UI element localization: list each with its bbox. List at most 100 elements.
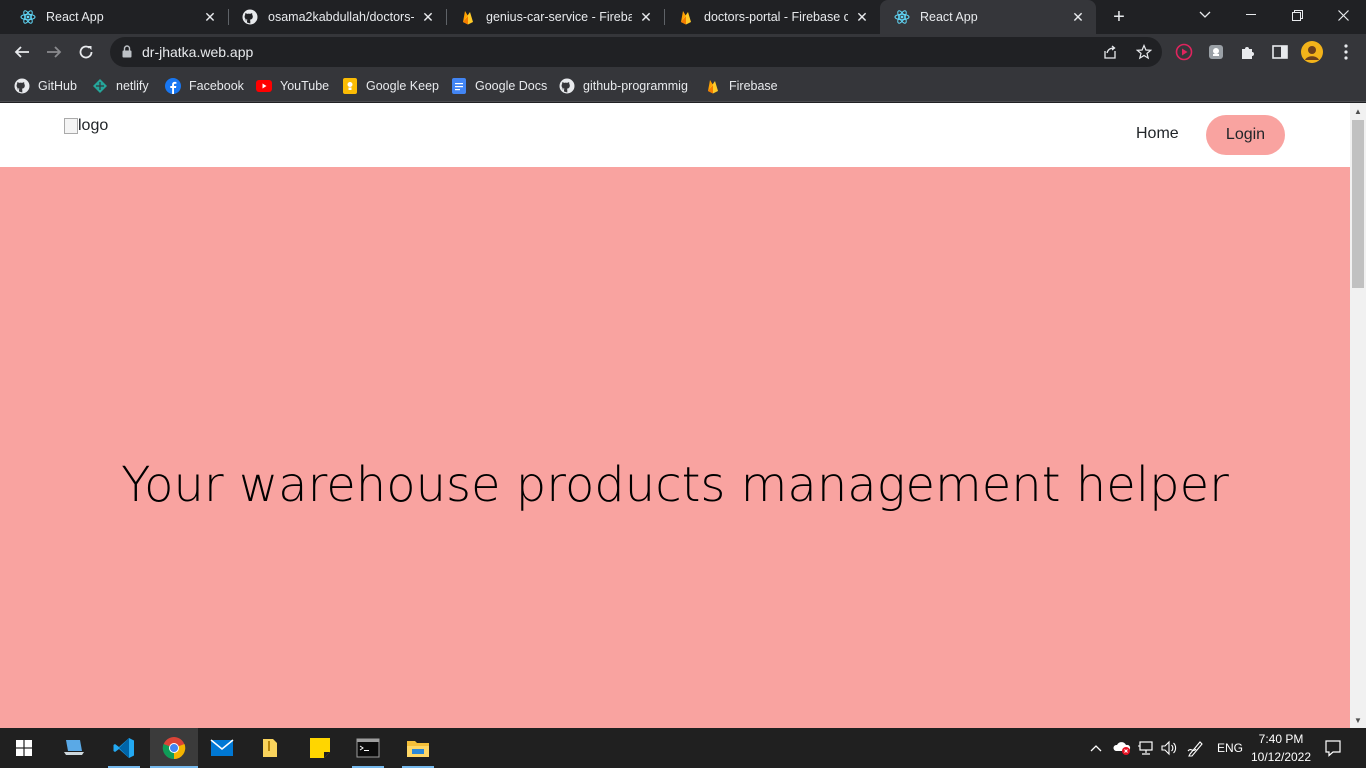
taskbar-this-pc[interactable] [50, 728, 98, 768]
reload-button[interactable] [74, 40, 98, 64]
taskbar-file-explorer[interactable] [394, 728, 442, 768]
tab-title: genius-car-service - Firebase [486, 10, 632, 24]
react-icon [894, 9, 910, 25]
onedrive-error-icon[interactable] [1110, 728, 1134, 768]
close-tab-icon[interactable]: ✕ [202, 9, 218, 25]
tab-react-app-1[interactable]: React App ✕ [6, 0, 228, 34]
browser-toolbar: dr-jhatka.web.app [0, 34, 1366, 70]
notification-center-icon[interactable] [1318, 728, 1348, 768]
lock-icon[interactable] [122, 45, 132, 63]
bookmark-google-keep[interactable]: Google Keep [342, 76, 439, 96]
windows-logo-icon [16, 740, 32, 756]
taskbar-mail[interactable] [198, 728, 246, 768]
github-icon [559, 78, 575, 94]
bookmark-netlify[interactable]: netlify [92, 76, 149, 96]
forward-button[interactable] [42, 40, 66, 64]
new-tab-button[interactable]: + [1108, 6, 1130, 28]
google-keep-icon [342, 78, 358, 94]
taskbar-file-zip[interactable] [246, 728, 294, 768]
tab-search-chevron-icon[interactable] [1182, 0, 1228, 30]
bookmark-google-docs[interactable]: Google Docs [451, 76, 547, 96]
zip-folder-icon [263, 739, 277, 757]
nav-login-button[interactable]: Login [1206, 115, 1285, 155]
windows-taskbar: ENG 7:40 PM 10/12/2022 [0, 728, 1366, 768]
logo-alt-text: logo [78, 117, 109, 134]
tab-title: React App [46, 10, 104, 24]
scroll-up-arrow-icon[interactable]: ▲ [1350, 103, 1366, 119]
web-page: logo Home Login Your warehouse products … [0, 103, 1350, 728]
taskbar-clock[interactable]: 7:40 PM 10/12/2022 [1246, 730, 1316, 766]
share-icon[interactable] [1100, 42, 1120, 62]
close-tab-icon[interactable]: ✕ [854, 9, 870, 25]
tab-title: React App [920, 10, 978, 24]
page-scrollbar[interactable]: ▲ ▼ [1350, 103, 1366, 728]
bookmark-star-icon[interactable] [1134, 42, 1154, 62]
bookmark-github[interactable]: GitHub [14, 76, 77, 96]
extension-gray-icon[interactable] [1206, 42, 1226, 62]
close-tab-icon[interactable]: ✕ [420, 9, 436, 25]
more-menu-icon[interactable] [1336, 42, 1356, 62]
restore-icon[interactable] [1274, 0, 1320, 30]
bookmark-label: netlify [116, 79, 149, 93]
show-hidden-icons-chevron-icon[interactable] [1086, 728, 1106, 768]
bookmark-facebook[interactable]: Facebook [165, 76, 244, 96]
youtube-icon [256, 78, 272, 94]
folder-icon [407, 741, 429, 757]
minimize-icon[interactable] [1228, 0, 1274, 30]
google-docs-icon [451, 78, 467, 94]
taskbar-chrome[interactable] [150, 728, 198, 768]
tab-title: doctors-portal - Firebase con [704, 10, 848, 24]
language-indicator[interactable]: ENG [1212, 728, 1248, 768]
hero-banner: Your warehouse products management helpe… [0, 167, 1350, 728]
side-panel-icon[interactable] [1270, 42, 1290, 62]
bookmark-github-programmig[interactable]: github-programmig [559, 76, 688, 96]
scrollbar-thumb[interactable] [1352, 120, 1364, 288]
taskbar-terminal[interactable] [344, 728, 392, 768]
bookmark-label: Google Keep [366, 79, 439, 93]
bookmark-label: Google Docs [475, 79, 548, 93]
start-button[interactable] [0, 728, 48, 768]
clock-date: 10/12/2022 [1250, 750, 1312, 764]
url-text: dr-jhatka.web.app [142, 44, 254, 60]
firebase-icon [678, 9, 694, 25]
bookmark-youtube[interactable]: YouTube [256, 76, 329, 96]
bookmark-firebase[interactable]: Firebase [705, 76, 778, 96]
media-extension-icon[interactable] [1174, 42, 1194, 62]
taskbar-vscode[interactable] [100, 728, 148, 768]
profile-avatar[interactable] [1300, 40, 1324, 64]
close-tab-icon[interactable]: ✕ [1070, 9, 1086, 25]
reload-icon [79, 45, 93, 59]
github-icon [14, 78, 30, 94]
tab-genius-car-service[interactable]: genius-car-service - Firebase ✕ [446, 0, 664, 34]
network-icon[interactable] [1134, 728, 1158, 768]
clock-time: 7:40 PM [1258, 732, 1304, 746]
bookmark-label: YouTube [280, 79, 330, 93]
nav-home-link[interactable]: Home [1136, 125, 1179, 143]
vscode-icon [113, 738, 134, 758]
close-tab-icon[interactable]: ✕ [638, 9, 654, 25]
tab-react-app-active[interactable]: React App ✕ [880, 0, 1096, 34]
extensions-puzzle-icon[interactable] [1238, 42, 1258, 62]
tab-strip: React App ✕ osama2kabdullah/doctors-po ✕… [0, 0, 1366, 34]
volume-icon[interactable] [1158, 728, 1180, 768]
laptop-icon [64, 740, 84, 755]
taskbar-sticky-notes[interactable] [296, 728, 344, 768]
mail-icon [210, 739, 234, 756]
address-bar[interactable]: dr-jhatka.web.app [110, 37, 1162, 67]
facebook-icon [165, 78, 181, 94]
hero-title: Your warehouse products management helpe… [121, 457, 1229, 513]
tab-github-doctors[interactable]: osama2kabdullah/doctors-po ✕ [228, 0, 446, 34]
scroll-down-arrow-icon[interactable]: ▼ [1350, 712, 1366, 728]
bookmark-label: GitHub [38, 79, 77, 93]
logo-image[interactable]: logo [64, 117, 108, 135]
bookmarks-bar: GitHub netlify Facebook YouTube Google K… [0, 70, 1366, 102]
tab-doctors-portal-firebase[interactable]: doctors-portal - Firebase con ✕ [664, 0, 880, 34]
bookmark-label: Facebook [189, 79, 244, 93]
firebase-icon [705, 78, 721, 94]
back-button[interactable] [10, 40, 34, 64]
close-window-icon[interactable] [1320, 0, 1366, 30]
bookmark-label: Firebase [729, 79, 778, 93]
github-icon [242, 9, 258, 25]
forward-arrow-icon [47, 46, 62, 58]
pen-workspace-icon[interactable] [1184, 728, 1208, 768]
